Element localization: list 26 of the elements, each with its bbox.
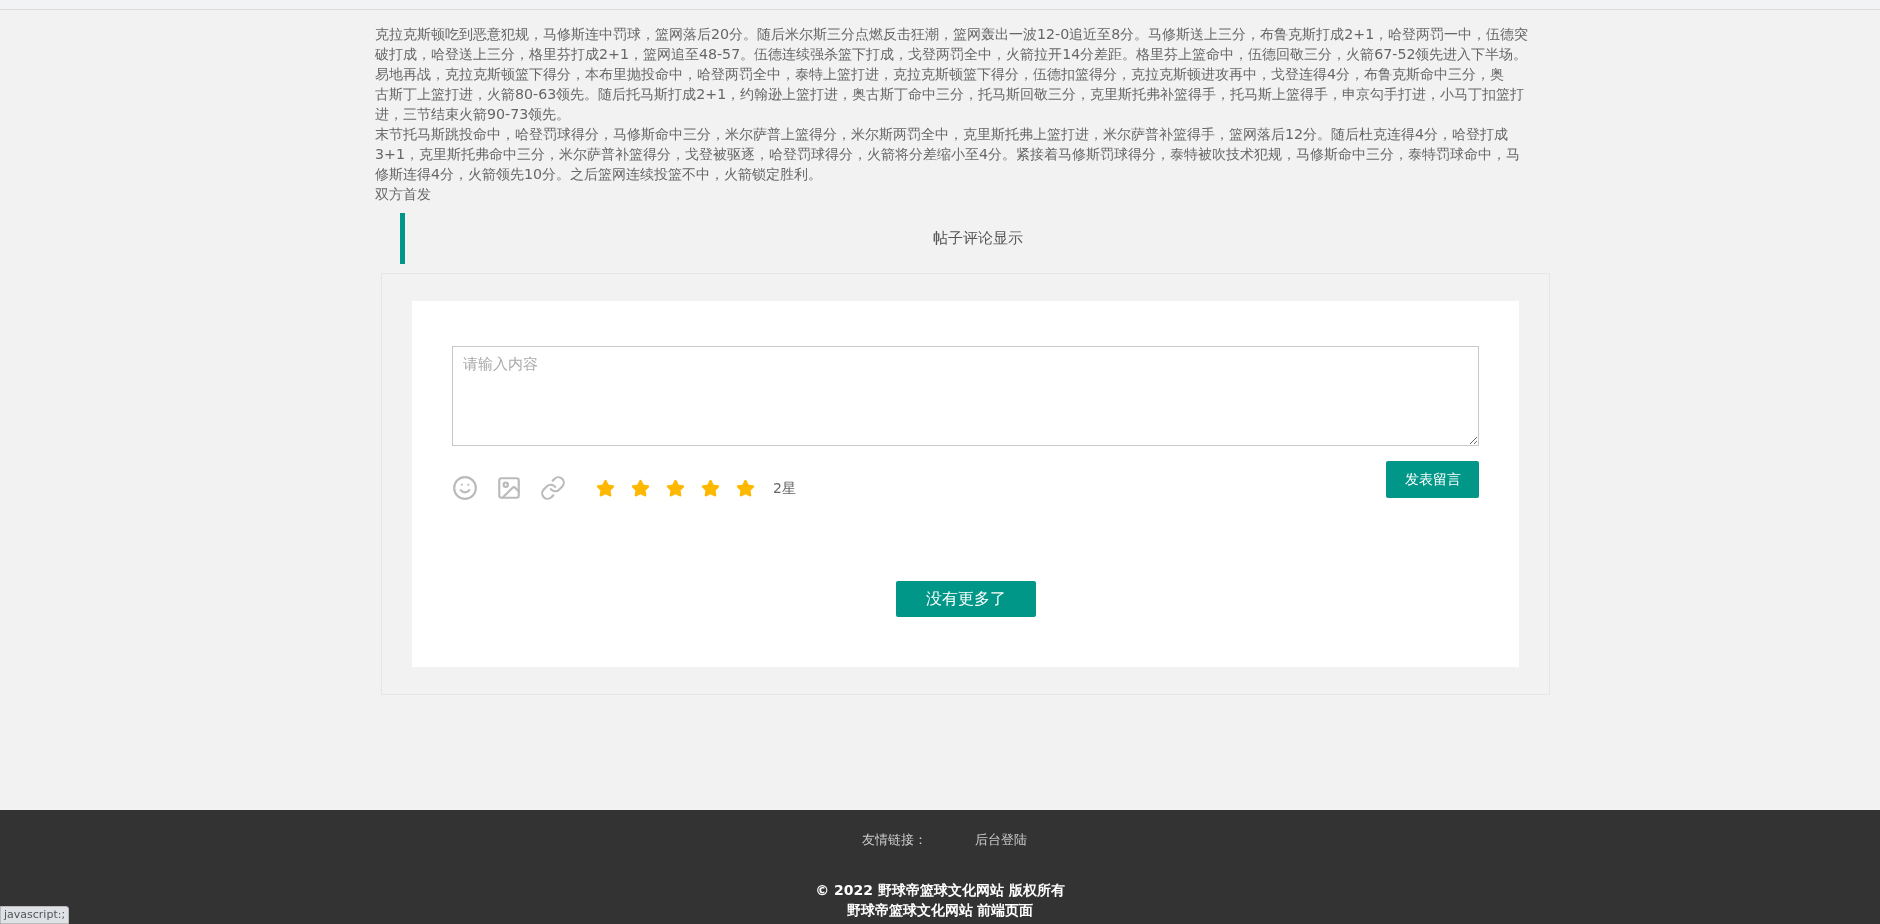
article-text: 末节托马斯跳投命中，哈登罚球得分，马修斯命中三分，米尔萨普上篮得分，米尔斯两罚全中，克里斯托弗上篮打进，米尔萨普补篮得手，篮网落后12分。随后杜克连得4分，哈登打成	[375, 125, 1510, 144]
star-icon[interactable]	[596, 478, 615, 498]
star-icon[interactable]	[736, 478, 755, 498]
star-icon[interactable]	[701, 478, 720, 498]
submit-button[interactable]: 发表留言	[1386, 461, 1479, 498]
section-title: 帖子评论显示	[931, 228, 1024, 250]
article-text: 修斯连得4分，火箭领先10分。之后篮网连续投篮不中，火箭锁定胜利。	[375, 165, 824, 184]
star-icon[interactable]	[631, 478, 650, 498]
footer-subtitle: 野球帝篮球文化网站 前端页面	[846, 900, 1034, 920]
star-rating[interactable]	[596, 478, 755, 498]
article-text: 破打成，哈登送上三分，格里芬打成2+1，篮网追至48-57。伍德连续强杀篮下打成，戈登两罚全中，火箭拉开14分差距。格里芬上篮命中，伍德回敬三分，火箭67-52领先进入下半场。	[375, 45, 1525, 64]
rating-label: 2星	[773, 478, 796, 498]
article-text: 3+1，克里斯托弗命中三分，米尔萨普补篮得分，戈登被驱逐，哈登罚球得分，火箭将分差缩小至4分。紧接着马修斯罚球得分，泰特被吹技术犯规，马修斯命中三分，泰特罚球命中，马	[375, 145, 1521, 164]
links-label: 友情链接：	[861, 831, 927, 849]
link-icon[interactable]	[540, 475, 566, 501]
copyright-text: © 2022 野球帝篮球文化网站 版权所有	[815, 880, 1065, 900]
image-icon[interactable]	[496, 475, 522, 501]
article-text: 易地再战，克拉克斯顿篮下得分，本布里抛投命中，哈登两罚全中，泰特上篮打进，克拉克斯顿篮下得分，伍德扣篮得分，克拉克斯顿进攻再中，戈登连得4分，布鲁克斯命中三分，奥	[375, 65, 1506, 84]
emoji-icon[interactable]	[452, 475, 478, 501]
star-icon[interactable]	[666, 478, 685, 498]
footer-link[interactable]: 后台登陆	[974, 830, 1027, 850]
load-more-button[interactable]: 没有更多了	[895, 581, 1036, 617]
comment-input[interactable]: 请输入内容	[452, 346, 1479, 446]
article-text: 进，三节结束火箭90-73领先。	[375, 105, 572, 124]
article-text: 古斯丁上篮打进，火箭80-63领先。随后托马斯打成2+1，约翰逊上篮打进，奥古斯丁命中三分，托马斯回敬三分，克里斯托弗补篮得手，托马斯上篮得手，申京勾手打进，小马丁扣篮打	[375, 85, 1525, 104]
article-text: 双方首发	[375, 185, 432, 204]
